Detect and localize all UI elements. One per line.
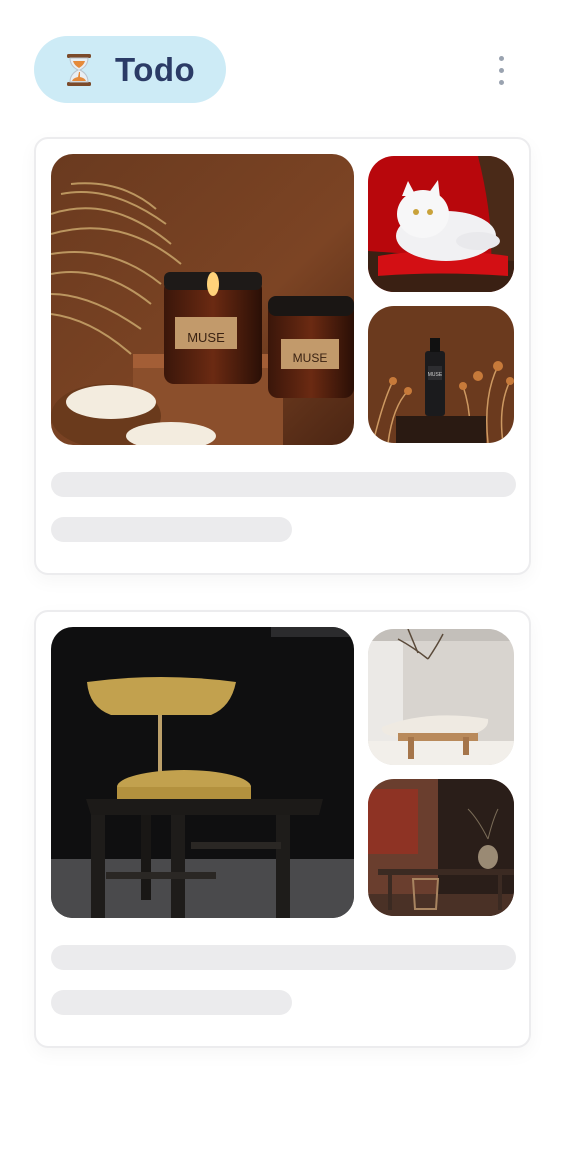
header: Todo	[0, 0, 567, 140]
svg-text:MUSE: MUSE	[293, 351, 328, 365]
white-cat-photo	[368, 156, 514, 292]
skeleton-line-title	[51, 945, 516, 970]
skeleton-line-subtitle	[51, 990, 292, 1015]
todo-status-chip[interactable]: Todo	[34, 36, 226, 103]
task-card[interactable]	[34, 610, 531, 1048]
velvet-chair-photo	[51, 627, 354, 918]
dining-room-photo	[368, 779, 514, 916]
hourglass-icon	[67, 53, 91, 86]
perfume-bottle-photo: MUSE	[368, 306, 514, 443]
svg-text:MUSE: MUSE	[187, 330, 225, 345]
stone-bench-photo	[368, 629, 514, 765]
task-card[interactable]: MUSE MUSE MUSE	[34, 137, 531, 575]
svg-text:MUSE: MUSE	[428, 372, 443, 378]
skeleton-line-subtitle	[51, 517, 292, 542]
todo-title: Todo	[115, 50, 196, 88]
more-vertical-icon[interactable]	[486, 50, 516, 90]
skeleton-line-title	[51, 472, 516, 497]
candle-jars-photo: MUSE MUSE	[51, 154, 354, 445]
